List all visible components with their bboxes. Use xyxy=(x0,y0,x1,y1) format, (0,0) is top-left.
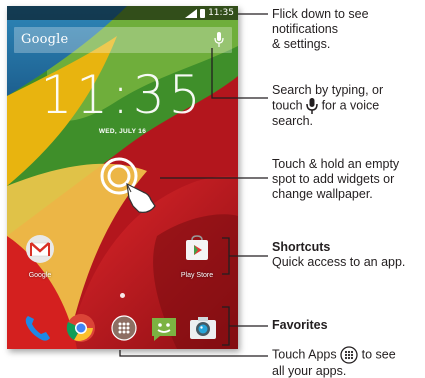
battery-icon xyxy=(200,8,206,18)
note-widgets: Touch & hold an empty spot to add widget… xyxy=(272,157,399,202)
note-text: Touch Apps xyxy=(272,347,337,362)
google-search-bar[interactable]: Google xyxy=(14,27,232,53)
shortcut-gmail[interactable]: Google xyxy=(19,234,61,279)
touch-hold-icon xyxy=(100,157,156,213)
apps-icon[interactable] xyxy=(108,312,140,344)
note-line: change wallpaper. xyxy=(272,187,373,201)
shortcut-play-store[interactable]: Play Store xyxy=(176,234,218,279)
note-line: Touch Apps to see xyxy=(272,346,396,364)
play-store-icon xyxy=(186,235,208,260)
page-indicator xyxy=(120,293,125,298)
note-line: notifications xyxy=(272,22,339,36)
note-line: Quick access to an app. xyxy=(272,255,406,269)
clock-widget-time[interactable]: 11:35 xyxy=(7,65,238,126)
note-line: all your apps. xyxy=(272,364,347,378)
status-time: 11:35 xyxy=(208,8,234,18)
note-line: touch for a voice xyxy=(272,98,383,114)
mic-icon xyxy=(306,98,318,114)
note-line: spot to add widgets or xyxy=(272,172,395,186)
note-title: Favorites xyxy=(272,318,328,332)
phone-icon[interactable] xyxy=(22,312,54,344)
camera-icon[interactable] xyxy=(187,312,219,344)
note-line: Flick down to see xyxy=(272,7,369,21)
note-shortcuts: Shortcuts Quick access to an app. xyxy=(272,240,405,270)
shortcut-label: Google xyxy=(28,272,52,279)
gmail-icon xyxy=(26,235,54,263)
signal-icon xyxy=(185,8,198,18)
favorites-tray xyxy=(7,306,238,349)
note-apps: Touch Apps to see all your apps. xyxy=(272,346,396,378)
apps-icon xyxy=(340,346,358,364)
messaging-icon[interactable] xyxy=(148,312,180,344)
shortcut-label: Play Store xyxy=(180,272,214,279)
note-notifications: Flick down to see notifications & settin… xyxy=(272,7,369,52)
note-text: to see xyxy=(361,347,396,362)
status-bar[interactable]: 11:35 xyxy=(7,6,238,20)
note-search: Search by typing, or touch for a voice s… xyxy=(272,83,383,129)
note-line: Search by typing, or xyxy=(272,83,384,97)
note-text: for a voice xyxy=(321,98,380,113)
note-line: search. xyxy=(272,114,313,128)
search-bar-label: Google xyxy=(21,32,69,47)
chrome-icon[interactable] xyxy=(65,312,97,344)
note-favorites: Favorites xyxy=(272,318,328,333)
note-line: & settings. xyxy=(272,37,331,51)
note-line: Touch & hold an empty xyxy=(272,157,400,171)
clock-widget-date: WED, JULY 16 xyxy=(98,128,147,135)
mic-icon[interactable] xyxy=(214,32,224,48)
note-text: touch xyxy=(272,98,303,113)
phone-home-screen: 11:35 Google 11:35 WED, JULY 16 Google P… xyxy=(7,6,238,349)
note-title: Shortcuts xyxy=(272,240,331,254)
